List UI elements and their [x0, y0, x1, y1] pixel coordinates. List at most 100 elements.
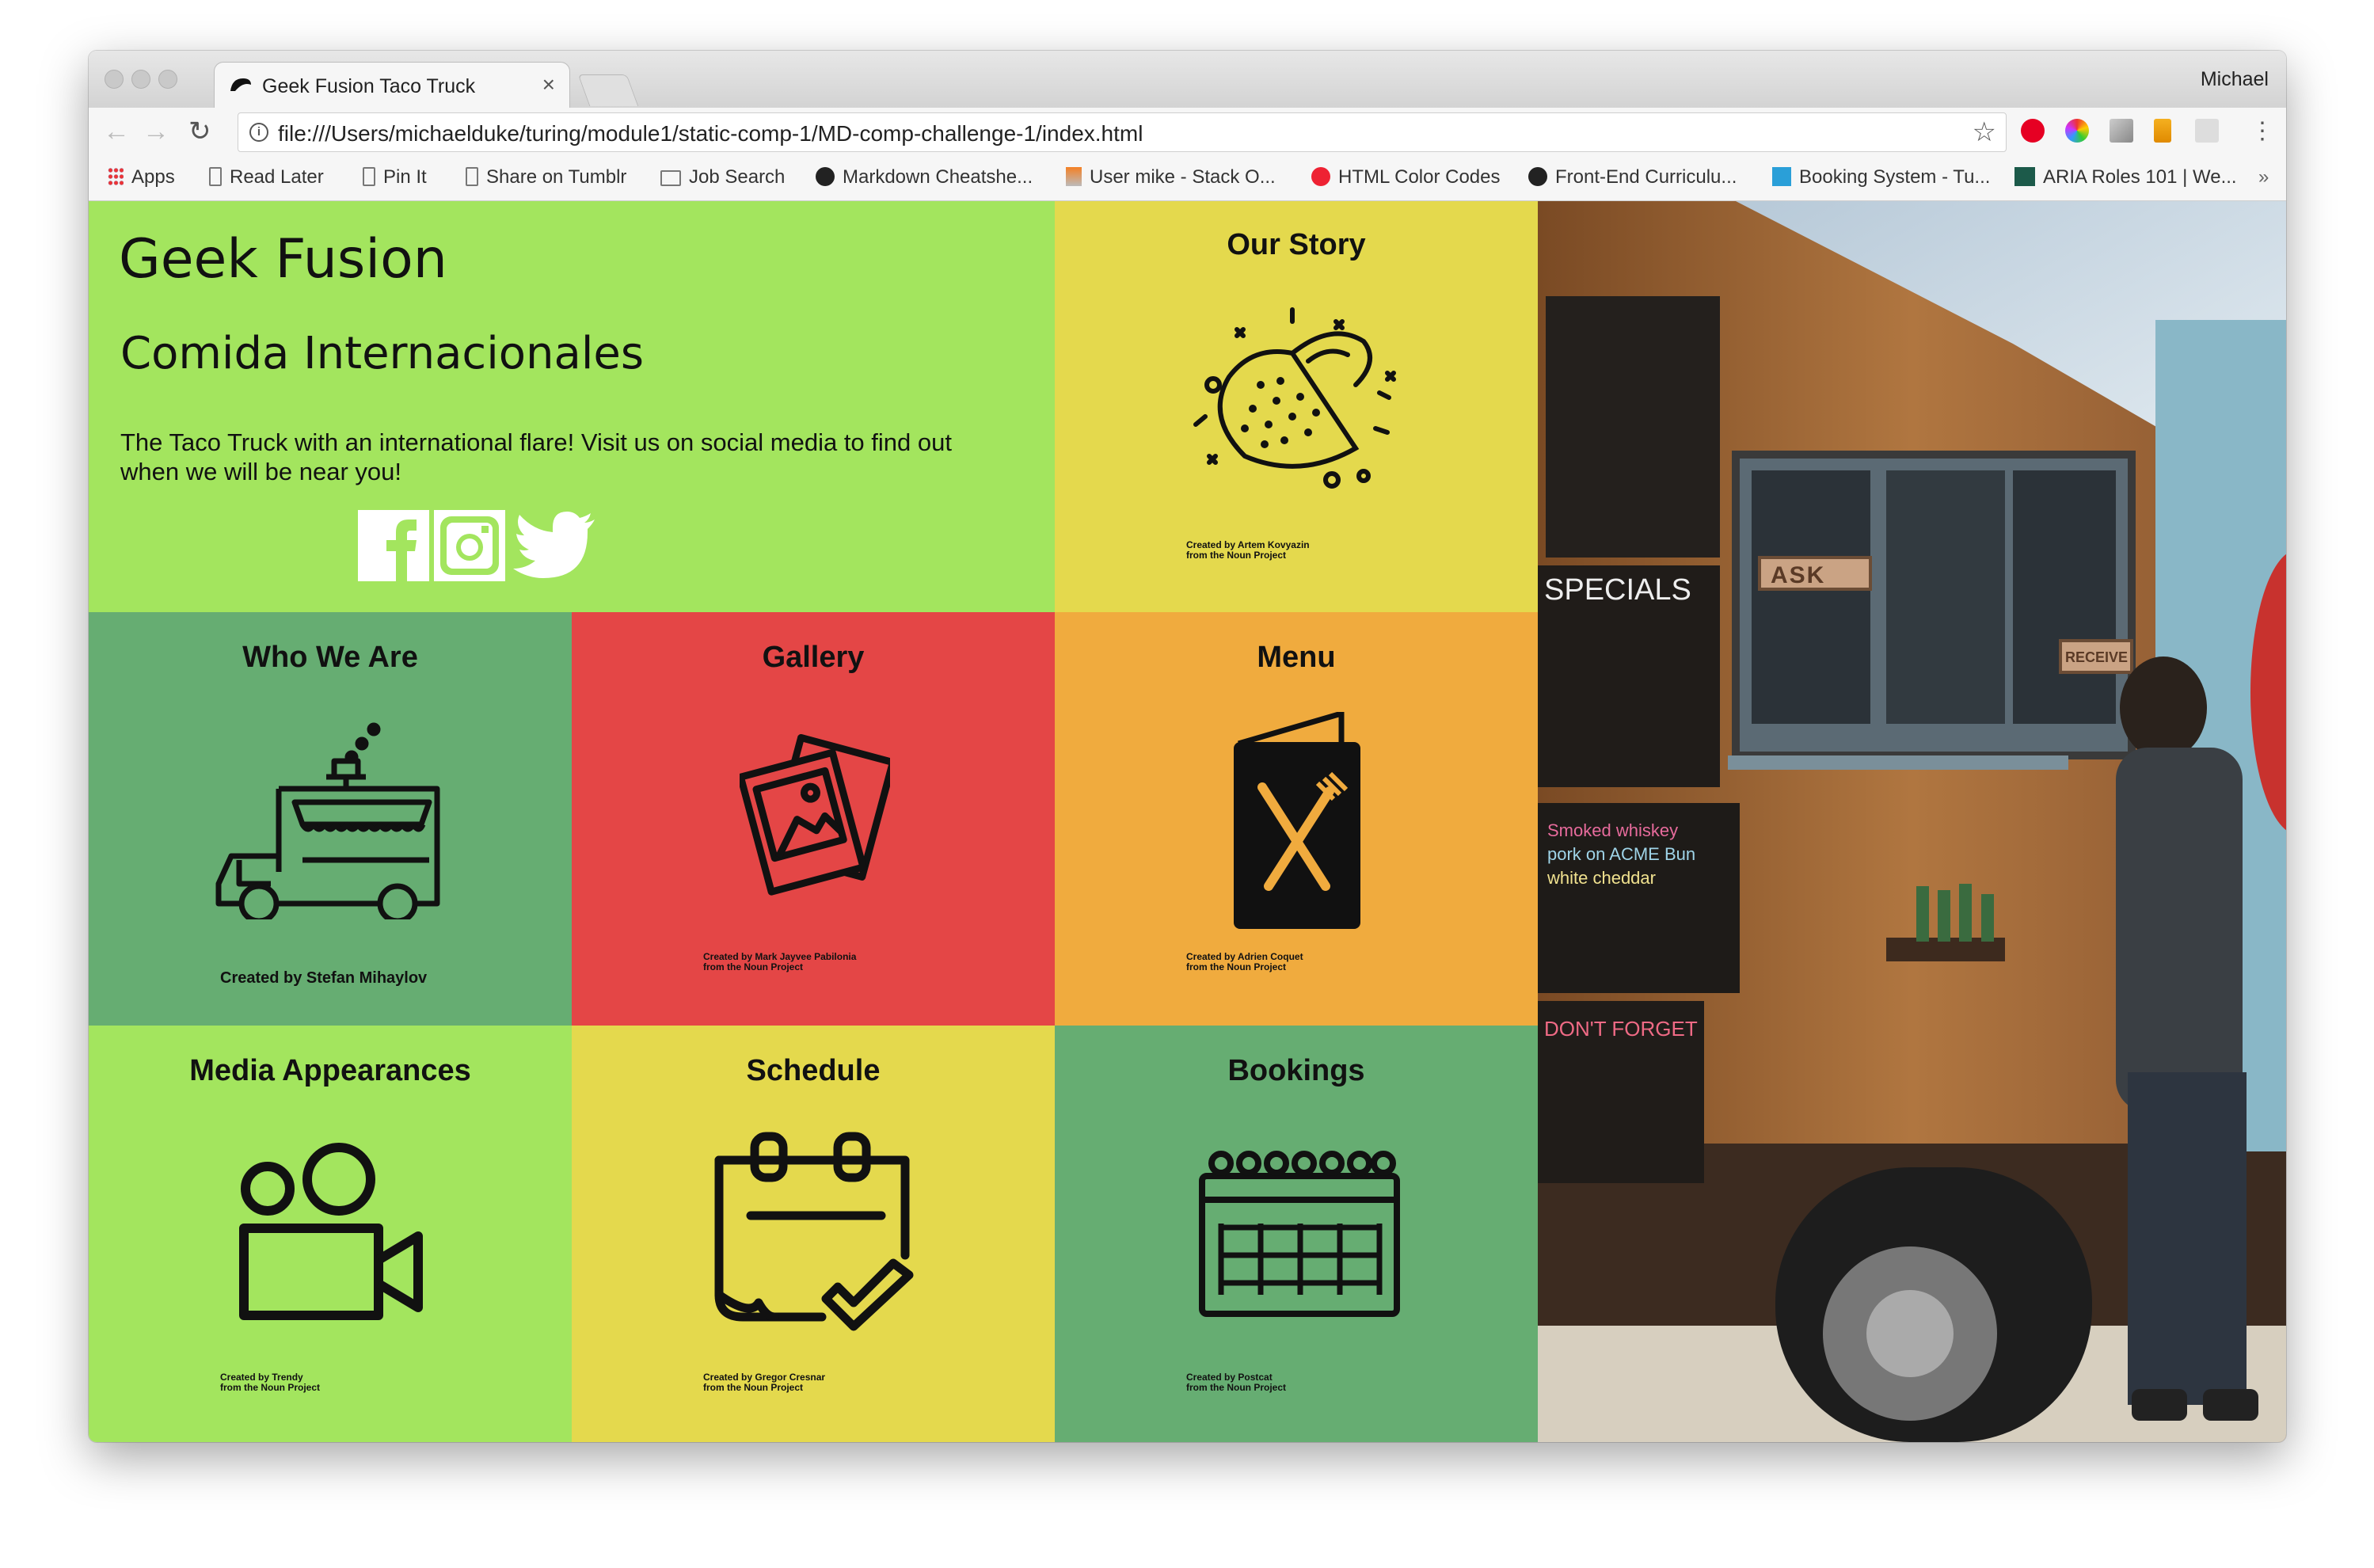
credit-line: from the Noun Project — [1186, 1382, 1287, 1393]
close-window-button[interactable] — [105, 70, 124, 89]
back-arrow-icon[interactable]: ← — [103, 117, 130, 146]
menu-tile[interactable]: Menu Created by Adrien Coquet from the N… — [1055, 612, 1538, 1026]
media-appearances-tile[interactable]: Media Appearances Created by Trendy from… — [89, 1026, 572, 1442]
bookmark-share-on-tumblr[interactable]: Share on Tumblr — [466, 166, 626, 188]
bookmark-read-later[interactable]: Read Later — [209, 166, 324, 188]
tile-title: Gallery — [762, 641, 865, 674]
icon-credit: Created by Artem Kovyazin from the Noun … — [1186, 540, 1310, 561]
tile-title: Our Story — [1227, 228, 1366, 261]
tab-title: Geek Fusion Taco Truck — [262, 75, 476, 97]
minimize-window-button[interactable] — [131, 70, 150, 89]
forward-arrow-icon[interactable]: → — [143, 117, 169, 146]
credit-line: from the Noun Project — [220, 1382, 321, 1393]
icon-credit: Created by Mark Jayvee Pabilonia from th… — [703, 952, 856, 972]
toolbar: ← → ↻ i file:///Users/michaelduke/turing… — [89, 108, 2286, 157]
credit-line: from the Noun Project — [703, 961, 804, 972]
video-camera-icon — [236, 1141, 426, 1327]
bookmark-label: Read Later — [230, 166, 324, 188]
bookmark-label: User mike - Stack O... — [1090, 166, 1276, 188]
bookmark-stack-overflow[interactable]: User mike - Stack O... — [1066, 166, 1276, 188]
bookmark-label: HTML Color Codes — [1338, 166, 1501, 188]
page-icon — [363, 167, 375, 186]
tile-title: Menu — [1257, 641, 1336, 674]
our-story-tile[interactable]: Our Story Created by Artem Kovyazin from… — [1055, 201, 1538, 612]
facebook-icon[interactable] — [358, 510, 429, 585]
bookmark-job-search[interactable]: Job Search — [660, 166, 785, 188]
twitter-icon[interactable] — [512, 510, 599, 585]
bookmark-label: ARIA Roles 101 | We... — [2043, 166, 2237, 188]
credit-line: from the Noun Project — [1186, 961, 1287, 972]
icon-credit: Created by Postcat from the Noun Project — [1186, 1372, 1286, 1393]
chalk-line: white cheddar — [1547, 868, 1656, 888]
extension-icon[interactable] — [2154, 119, 2171, 143]
icon-credit: Created by Gregor Cresnar from the Noun … — [703, 1372, 825, 1393]
credit-line: from the Noun Project — [1186, 550, 1287, 561]
tab-active[interactable]: Geek Fusion Taco Truck × — [214, 62, 570, 108]
extension-icon[interactable] — [2110, 119, 2133, 143]
address-bar[interactable]: i file:///Users/michaelduke/turing/modul… — [238, 112, 2007, 152]
color-icon — [1311, 167, 1330, 186]
bookmark-label: Share on Tumblr — [486, 166, 627, 188]
specials-board: SPECIALS — [1544, 573, 1691, 607]
bookmark-label: Markdown Cheatshe... — [843, 166, 1033, 188]
gallery-tile[interactable]: Gallery Created by Mark Jayvee Pabilonia… — [572, 612, 1055, 1026]
bookmark-label: Job Search — [689, 166, 786, 188]
pinterest-extension-icon[interactable] — [2021, 119, 2045, 143]
color-picker-extension-icon[interactable] — [2065, 119, 2089, 143]
hero-section: Geek Fusion Comida Internacionales The T… — [89, 201, 1055, 612]
chalkboard-text: DON'T FORGET — [1544, 1017, 1698, 1041]
schedule-tile[interactable]: Schedule Created by Gregor Cresnar from … — [572, 1026, 1055, 1442]
receive-sign: RECEIVE — [2065, 649, 2129, 665]
icon-credit: Created by Stefan Mihaylov — [220, 969, 428, 987]
chalk-line: Smoked whiskey — [1547, 820, 1679, 840]
extension-icon[interactable] — [2195, 119, 2219, 143]
wt-icon — [2014, 167, 2035, 186]
chalkboard-text: Smoked whiskey pork on ACME Bun white ch… — [1547, 819, 1729, 890]
calendar-icon — [1772, 167, 1791, 186]
menu-dots-icon[interactable]: ⋮ — [2250, 117, 2274, 146]
new-tab-button[interactable] — [577, 74, 639, 106]
tile-title: Schedule — [746, 1054, 881, 1087]
tile-title: Bookings — [1227, 1054, 1365, 1087]
site-title: Geek Fusion — [119, 228, 447, 291]
bookmark-label: Pin It — [383, 166, 427, 188]
icon-credit: Created by Adrien Coquet from the Noun P… — [1186, 952, 1303, 972]
taco-favicon-icon — [229, 75, 253, 98]
apps-grid-icon — [108, 167, 124, 186]
taco-icon — [1189, 298, 1403, 508]
info-icon[interactable]: i — [249, 123, 268, 142]
zoom-window-button[interactable] — [158, 70, 177, 89]
profile-name[interactable]: Michael — [2201, 68, 2269, 91]
bookmark-pin-it[interactable]: Pin It — [363, 166, 427, 188]
bookmark-html-color-codes[interactable]: HTML Color Codes — [1311, 166, 1501, 188]
instagram-icon[interactable] — [434, 510, 505, 585]
github-icon — [816, 167, 835, 186]
folder-icon — [660, 170, 681, 186]
bookmark-front-end-curriculum[interactable]: Front-End Curriculu... — [1528, 166, 1737, 188]
bookmark-markdown[interactable]: Markdown Cheatshe... — [816, 166, 1033, 188]
icon-credit: Created by Trendy from the Noun Project — [220, 1372, 320, 1393]
calendar-check-icon — [711, 1128, 925, 1346]
url-text[interactable]: file:///Users/michaelduke/turing/module1… — [278, 121, 1143, 147]
stackoverflow-icon — [1066, 167, 1082, 186]
bookmark-label: Apps — [131, 166, 175, 188]
reload-icon[interactable]: ↻ — [188, 117, 211, 146]
menu-book-icon — [1231, 710, 1365, 938]
page-icon — [466, 167, 478, 186]
bookings-tile[interactable]: Bookings Created by Postcat from the Nou… — [1055, 1026, 1538, 1442]
tile-title: Media Appearances — [189, 1054, 471, 1087]
food-truck-photo: ASK RECEIVE SPECIALS Smoked whiskey pork… — [1538, 201, 2286, 1442]
page-content: Geek Fusion Comida Internacionales The T… — [89, 201, 2286, 1442]
tab-close-icon[interactable]: × — [542, 72, 555, 97]
bookmark-apps[interactable]: Apps — [108, 166, 175, 188]
who-we-are-tile[interactable]: Who We Are Created by Stefan Mihaylov — [89, 612, 572, 1026]
photos-icon — [736, 731, 896, 909]
food-truck-icon — [215, 714, 445, 924]
bookmark-booking-system[interactable]: Booking System - Tu... — [1772, 166, 1990, 188]
bookmarks-overflow-button[interactable]: » — [2258, 166, 2269, 188]
bookmark-star-icon[interactable]: ☆ — [1973, 116, 1996, 148]
bookmark-label: Front-End Curriculu... — [1555, 166, 1737, 188]
bookmark-aria-roles[interactable]: ARIA Roles 101 | We... — [2014, 166, 2237, 188]
chalk-line: pork on ACME Bun — [1547, 844, 1696, 864]
tagline: The Taco Truck with an international fla… — [120, 428, 952, 485]
